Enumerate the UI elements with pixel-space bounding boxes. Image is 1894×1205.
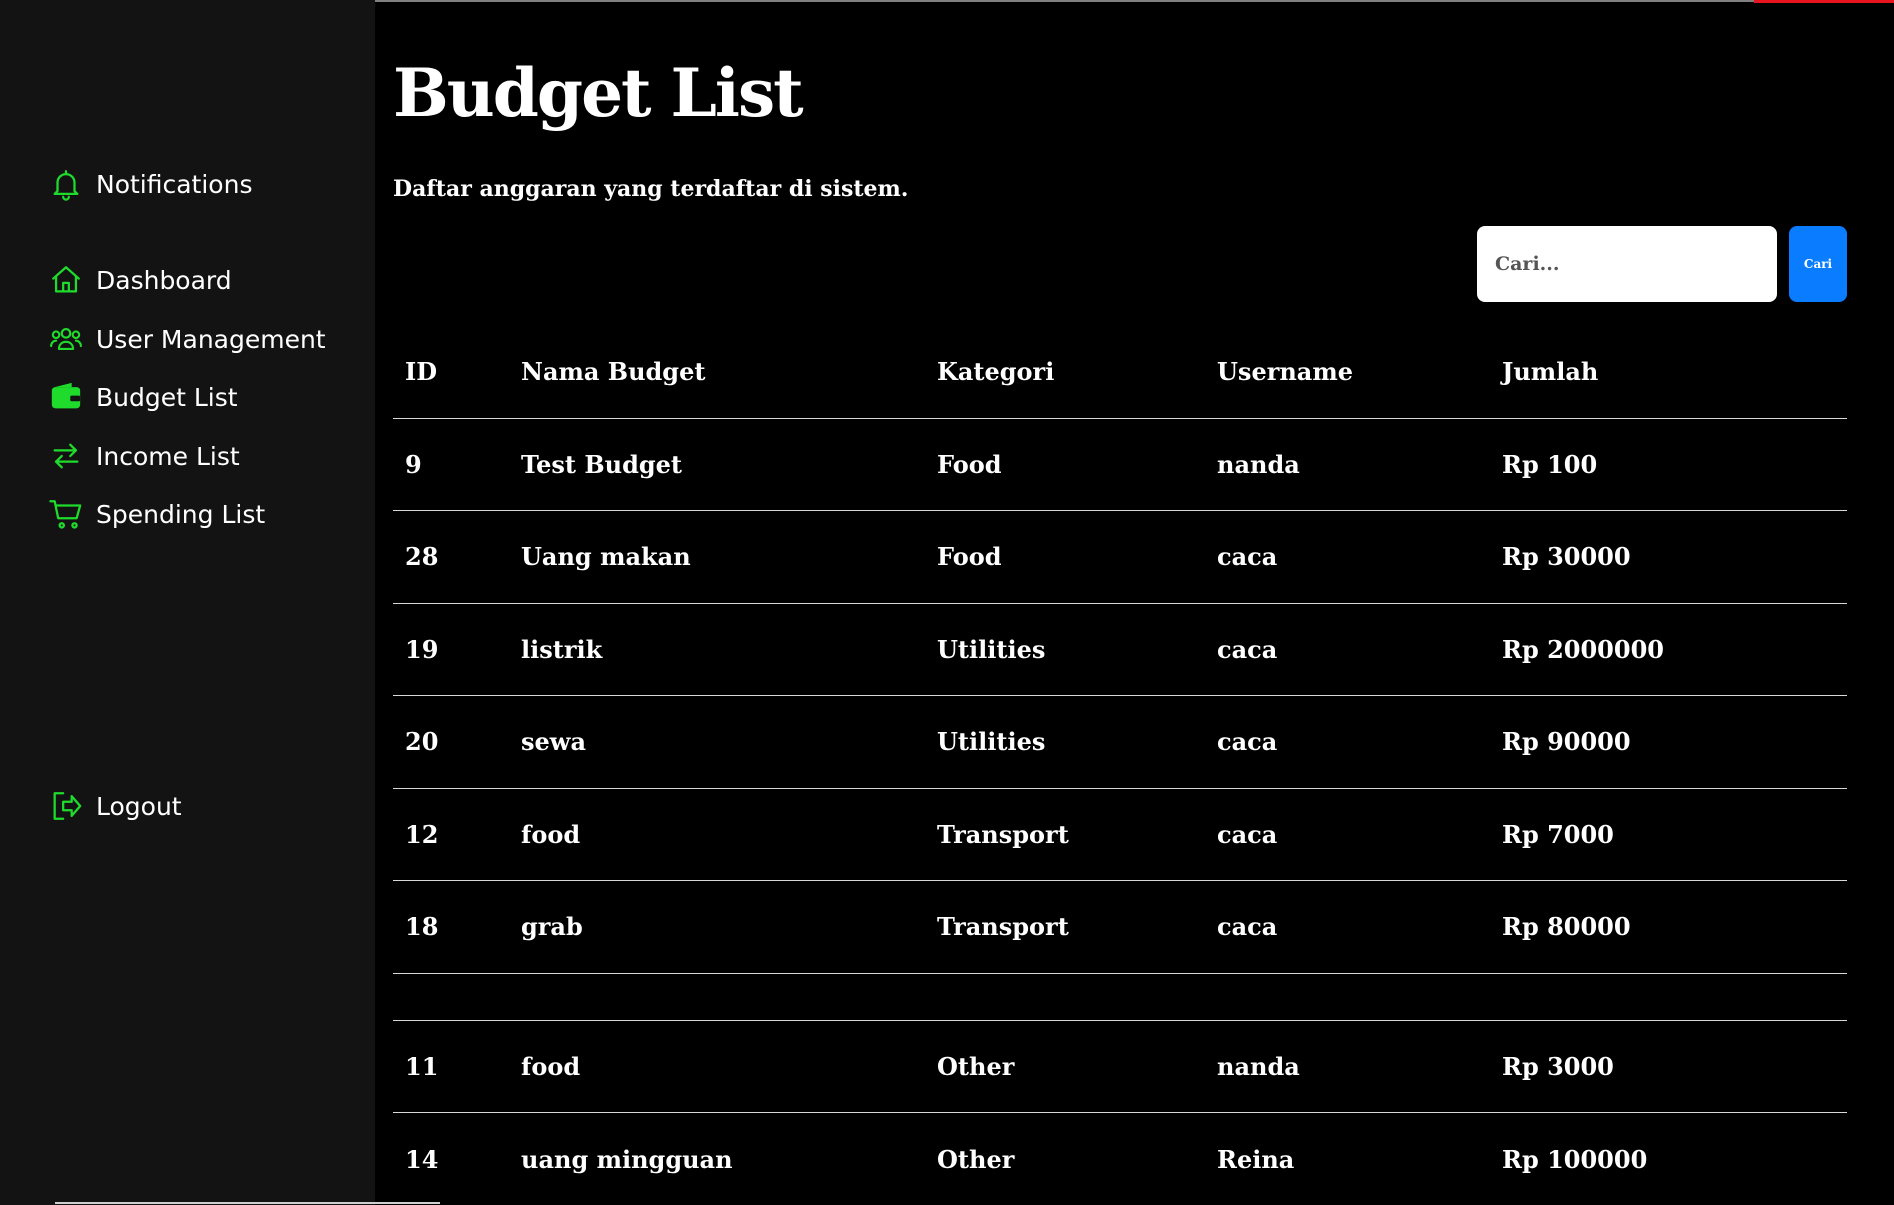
wallet-icon — [48, 379, 84, 415]
sidebar-item-label: Logout — [96, 791, 182, 821]
cell-jumlah: Rp 100 — [1502, 449, 1598, 479]
cell-kategori: Transport — [937, 819, 1069, 849]
sidebar-item-label: Income List — [96, 441, 240, 471]
cell-kategori: Transport — [937, 912, 1069, 942]
cell-jumlah: Rp 3000 — [1502, 1051, 1614, 1081]
cell-id: 11 — [405, 1051, 439, 1081]
cell-nama-budget: grab — [521, 912, 583, 942]
sidebar-item-label: Budget List — [96, 382, 238, 412]
cell-username: caca — [1217, 634, 1278, 664]
cell-jumlah: Rp 100000 — [1502, 1144, 1648, 1174]
search-button[interactable]: Cari — [1789, 226, 1847, 302]
cell-id: 18 — [405, 912, 439, 942]
bell-icon — [48, 166, 84, 202]
cell-jumlah: Rp 30000 — [1502, 542, 1631, 572]
transfer-icon — [48, 438, 84, 474]
table-row[interactable]: 18 grab Transport caca Rp 80000 — [393, 880, 1847, 974]
cell-nama-budget: Test Budget — [521, 449, 682, 479]
logout-icon — [48, 788, 84, 824]
cell-id: 12 — [405, 819, 439, 849]
table-row[interactable]: 11 food Other nanda Rp 3000 — [393, 1020, 1847, 1113]
budget-table: ID Nama Budget Kategori Username Jumlah … — [393, 326, 1847, 1205]
column-header-username: Username — [1217, 357, 1354, 387]
column-header-nama-budget: Nama Budget — [521, 357, 706, 387]
users-icon — [48, 321, 84, 357]
column-header-jumlah: Jumlah — [1502, 357, 1599, 387]
cell-kategori: Other — [937, 1051, 1015, 1081]
page-title: Budget List — [393, 54, 804, 132]
cell-username: caca — [1217, 727, 1278, 757]
cell-nama-budget — [509, 973, 925, 1020]
cell-username: caca — [1217, 912, 1278, 942]
sidebar-item-label: User Management — [96, 324, 326, 354]
cell-id: 14 — [405, 1144, 439, 1174]
main-content: Budget List Daftar anggaran yang terdaft… — [375, 0, 1894, 1205]
cell-username: caca — [1217, 819, 1278, 849]
table-row[interactable]: 14 uang mingguan Other Reina Rp 100000 — [393, 1112, 1847, 1205]
cell-kategori — [925, 973, 1205, 1020]
sidebar-item-spending-list[interactable]: Spending List — [48, 496, 265, 532]
sidebar-item-dashboard[interactable]: Dashboard — [48, 262, 232, 298]
table-header-row: ID Nama Budget Kategori Username Jumlah — [393, 326, 1847, 418]
cell-kategori: Utilities — [937, 727, 1046, 757]
cell-nama-budget: food — [521, 1051, 581, 1081]
cell-id: 20 — [405, 727, 439, 757]
cell-jumlah: Rp 90000 — [1502, 727, 1631, 757]
column-header-id: ID — [405, 357, 438, 387]
table-row-empty — [393, 973, 1847, 1020]
cell-jumlah: Rp 7000 — [1502, 819, 1614, 849]
bottom-divider — [55, 1202, 440, 1204]
cell-nama-budget: listrik — [521, 634, 603, 664]
home-icon — [48, 262, 84, 298]
sidebar-item-user-management[interactable]: User Management — [48, 321, 326, 357]
table-row[interactable]: 9 Test Budget Food nanda Rp 100 — [393, 418, 1847, 511]
table-row[interactable]: 28 Uang makan Food caca Rp 30000 — [393, 510, 1847, 604]
cell-id: 19 — [405, 634, 439, 664]
sidebar: Notifications Dashboard User Management … — [0, 0, 375, 1205]
sidebar-item-label: Spending List — [96, 499, 266, 529]
table-row[interactable]: 12 food Transport caca Rp 7000 — [393, 788, 1847, 881]
cell-id: 28 — [405, 542, 439, 572]
cell-id: 9 — [405, 449, 422, 479]
cell-kategori: Food — [937, 449, 1002, 479]
cell-username: nanda — [1217, 1051, 1300, 1081]
cell-kategori: Other — [937, 1144, 1015, 1174]
cell-nama-budget: Uang makan — [521, 542, 691, 572]
cell-nama-budget: food — [521, 819, 581, 849]
sidebar-item-notifications[interactable]: Notifications — [48, 166, 252, 202]
cell-jumlah: Rp 80000 — [1502, 912, 1631, 942]
cell-id — [393, 973, 509, 1020]
table-row[interactable]: 20 sewa Utilities caca Rp 90000 — [393, 695, 1847, 789]
cell-username: nanda — [1217, 449, 1300, 479]
cell-kategori: Utilities — [937, 634, 1046, 664]
cell-username: Reina — [1217, 1144, 1295, 1174]
sidebar-item-label: Dashboard — [96, 265, 232, 295]
table-row[interactable]: 19 listrik Utilities caca Rp 2000000 — [393, 603, 1847, 696]
sidebar-item-logout[interactable]: Logout — [48, 788, 182, 824]
cell-nama-budget: sewa — [521, 727, 586, 757]
cell-nama-budget: uang mingguan — [521, 1144, 733, 1174]
cart-icon — [48, 496, 84, 532]
cell-username: caca — [1217, 542, 1278, 572]
sidebar-item-label: Notifications — [96, 169, 253, 199]
cell-kategori: Food — [937, 542, 1002, 572]
sidebar-item-budget-list[interactable]: Budget List — [48, 379, 238, 415]
cell-jumlah — [1490, 973, 1847, 1020]
cell-jumlah: Rp 2000000 — [1502, 634, 1664, 664]
search-input[interactable] — [1477, 226, 1777, 302]
cell-username — [1205, 973, 1490, 1020]
sidebar-item-income-list[interactable]: Income List — [48, 438, 240, 474]
page-subtitle: Daftar anggaran yang terdaftar di sistem… — [393, 176, 909, 202]
column-header-kategori: Kategori — [937, 357, 1055, 387]
